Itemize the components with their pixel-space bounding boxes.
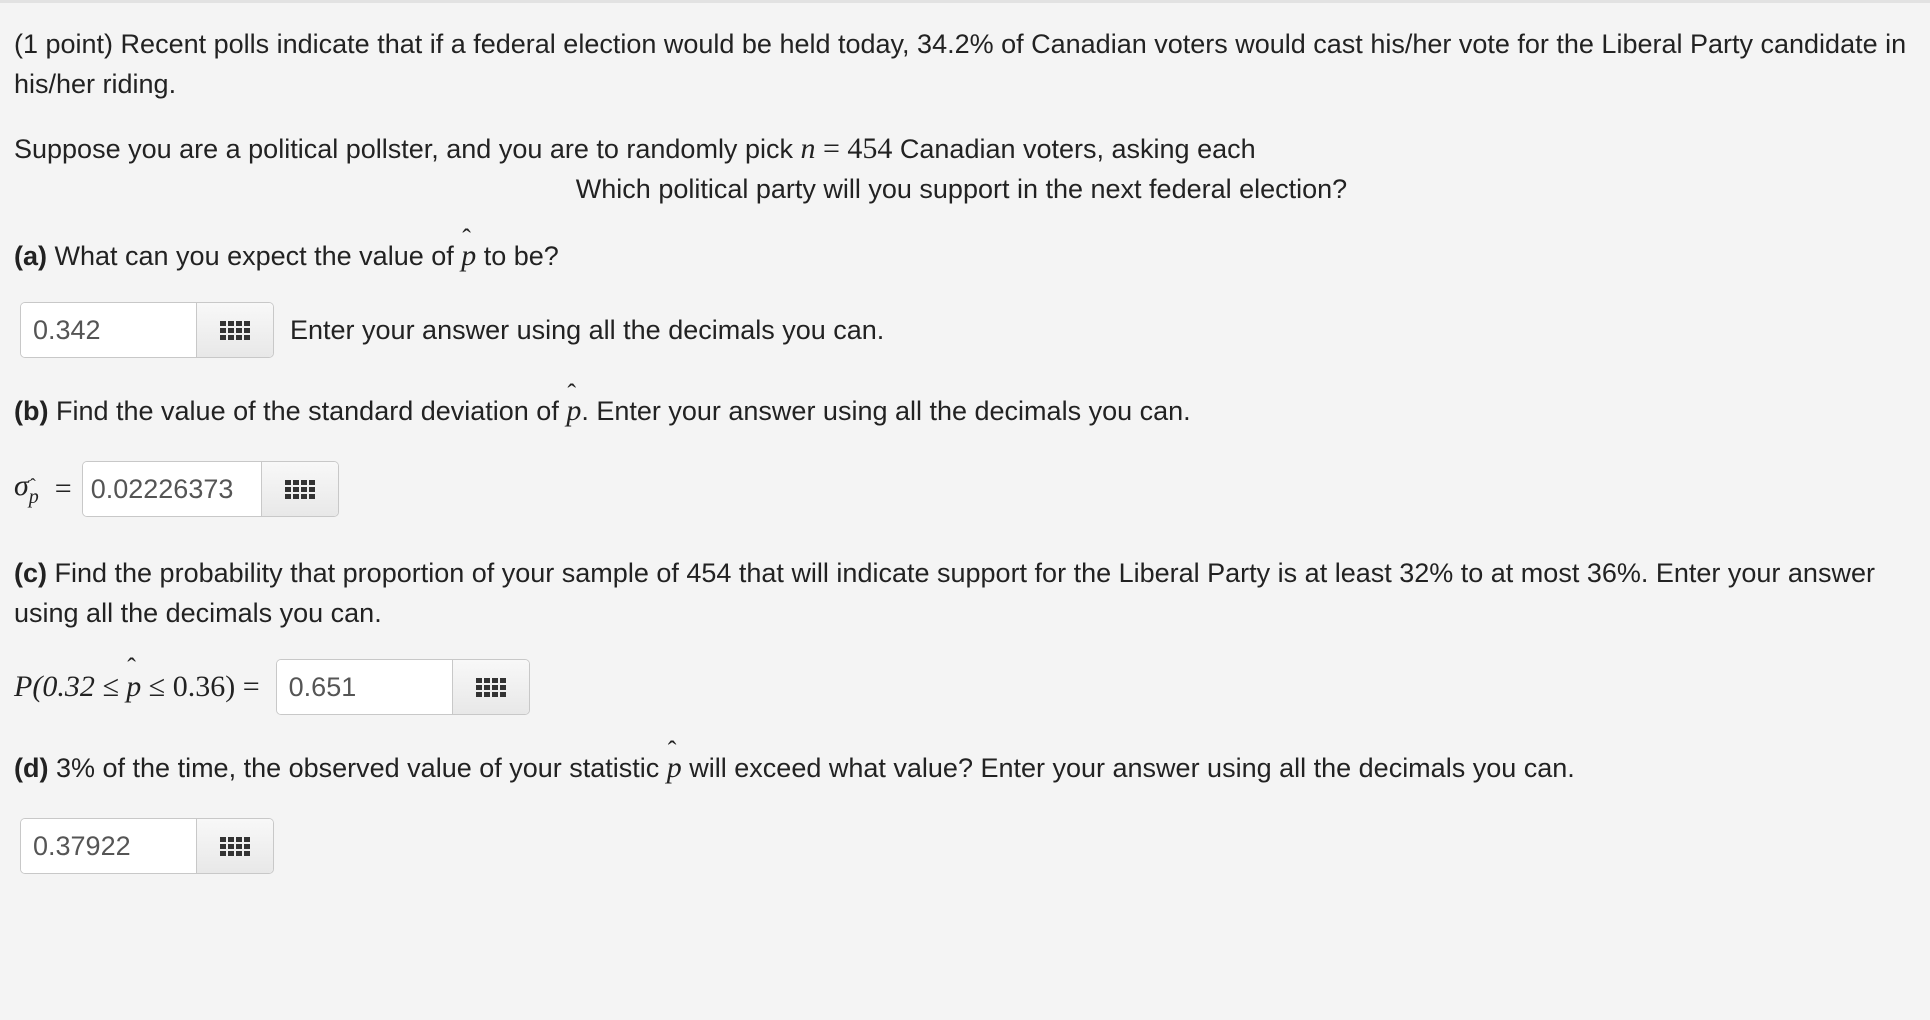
hat-accent: ˆ [127,653,136,682]
p-hat-subscript: ˆp [29,475,39,509]
part-d-text-pre: 3% of the time, the observed value of yo… [48,753,667,783]
part-c-answer-box [275,659,530,715]
top-divider [0,0,1930,3]
setup-text: Suppose you are a political pollster, an… [14,129,1909,169]
part-b-label: (b) [14,396,49,426]
p-function-open: P(0.32 ≤ [14,670,127,703]
hat-accent: ˆ [667,736,677,765]
sigma-p-hat: σˆp [14,469,39,509]
part-d-answer-input[interactable] [21,819,196,873]
grid-icon [220,320,250,340]
n-value: 454 [847,132,893,165]
hat-accent: ˆ [29,475,36,495]
sigma-letter: σ [14,469,29,502]
part-c-answer-row: P(0.32 ≤ ˆp ≤ 0.36) = [14,653,1909,715]
part-c-text: Find the probability that proportion of … [14,558,1875,628]
problem-container: (1 point) Recent polls indicate that if … [14,24,1909,874]
part-c-equation-palette-button[interactable] [451,660,529,714]
p-hat-symbol: ˆp [566,379,581,431]
part-a-text-post: to be? [476,241,559,271]
part-a-equation-palette-button[interactable] [196,303,273,357]
p-hat-symbol: ˆp [667,736,682,788]
part-d-label: (d) [14,753,49,783]
part-c-question: (c) Find the probability that proportion… [14,553,1909,633]
part-b-answer-box [81,461,339,517]
intro-text: (1 point) Recent polls indicate that if … [14,29,1907,99]
part-a-answer-input[interactable] [21,303,196,357]
part-a-answer-row: Enter your answer using all the decimals… [20,302,1909,358]
p-hat-symbol: ˆp [126,653,141,704]
grid-icon [284,479,315,499]
part-d-question: (d) 3% of the time, the observed value o… [14,736,1909,788]
part-b-answer-row: σˆp = [14,461,1909,517]
part-a-answer-box [20,302,274,358]
setup-pre: Suppose you are a political pollster, an… [14,134,801,164]
part-b-question: (b) Find the value of the standard devia… [14,379,1909,431]
part-b-answer-input[interactable] [82,462,261,516]
equals-sign: = [815,132,848,165]
poll-question: Which political party will you support i… [575,174,1348,204]
part-c-label: (c) [14,558,47,588]
equals-sign: = [54,472,72,505]
p-hat-symbol: ˆp [461,224,476,276]
grid-icon [220,836,250,856]
hat-accent: ˆ [567,379,576,408]
part-d-answer-box [20,818,274,874]
part-a-label: (a) [14,241,47,271]
grid-icon [475,677,506,697]
part-b-equation-palette-button[interactable] [260,462,338,516]
part-d-text-post: will exceed what value? Enter your answe… [681,753,1575,783]
probability-expression: P(0.32 ≤ ˆp ≤ 0.36) = [14,653,260,704]
part-a-hint: Enter your answer using all the decimals… [290,314,885,345]
part-b-text-pre: Find the value of the standard deviation… [48,396,567,426]
setup-post: Canadian voters, asking each [892,134,1256,164]
n-variable: n [800,132,816,165]
part-d-answer-row [20,818,1909,874]
p-function-close: ≤ 0.36) = [141,670,260,703]
part-c-answer-input[interactable] [276,660,452,714]
part-a-text-pre: What can you expect the value of [47,241,462,271]
part-b-text-post: . Enter your answer using all the decima… [581,396,1191,426]
hat-accent: ˆ [462,224,471,253]
part-d-equation-palette-button[interactable] [196,819,273,873]
part-a-question: (a) What can you expect the value of ˆp … [14,224,1909,276]
